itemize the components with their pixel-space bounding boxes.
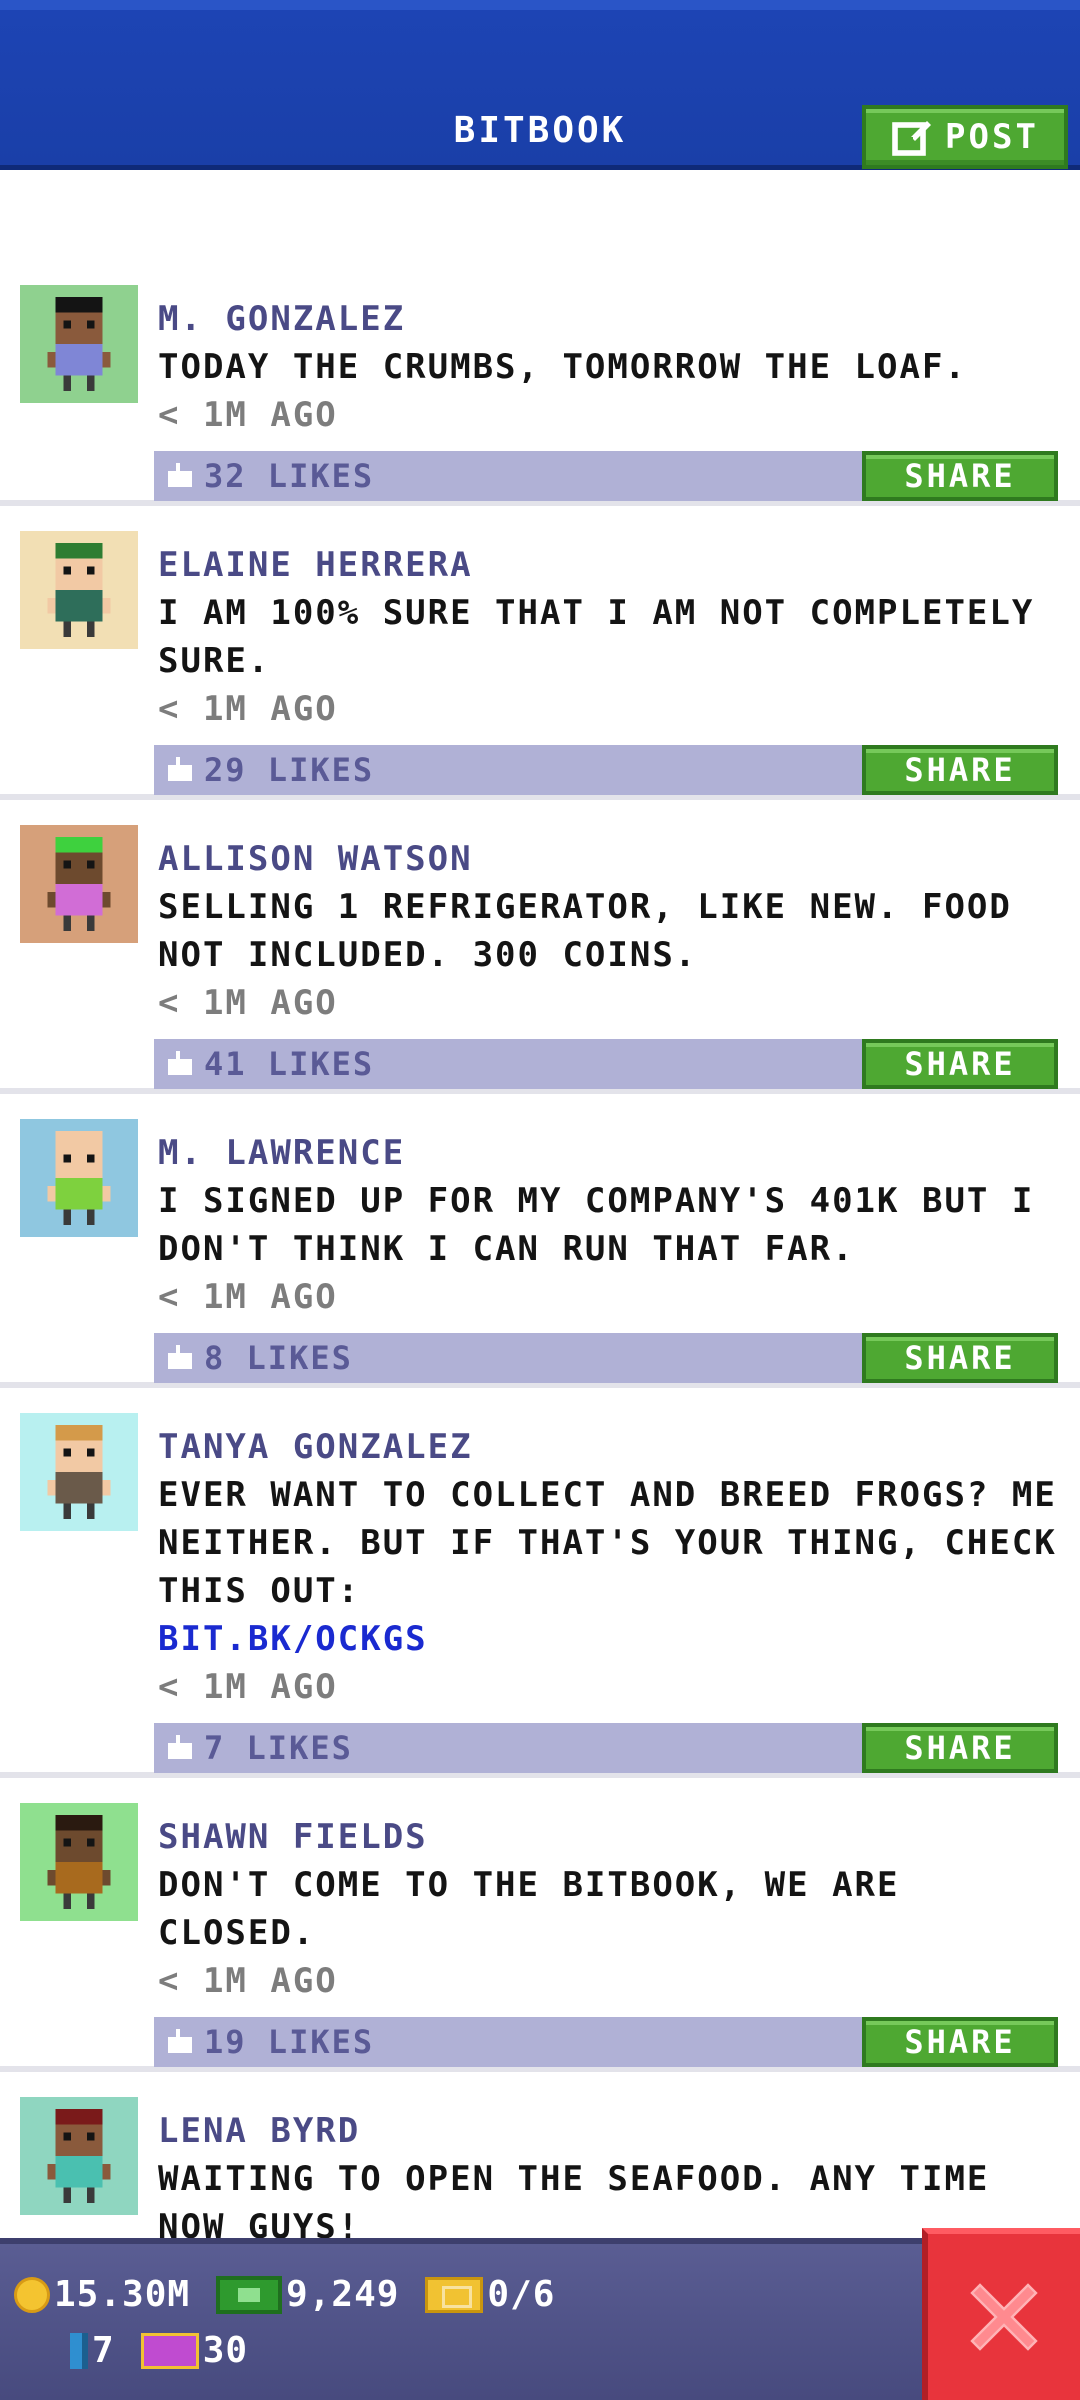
post-author[interactable]: TANYA GONZALEZ xyxy=(158,1423,1060,1471)
like-icon[interactable] xyxy=(168,2029,192,2053)
likes-bar: 8 LIKES SHARE xyxy=(154,1333,1058,1383)
post-content: ELAINE HERRERA I AM 100% SURE THAT I AM … xyxy=(158,541,1060,733)
post-text: I SIGNED UP FOR MY COMPANY'S 401K BUT I … xyxy=(158,1181,1035,1269)
avatar[interactable] xyxy=(20,825,138,943)
header: BITBOOK POST xyxy=(0,0,1080,170)
post-time: < 1M AGO xyxy=(158,1277,338,1317)
post-time: < 1M AGO xyxy=(158,1961,338,2001)
status-row-2: 7 30 xyxy=(70,2330,268,2371)
share-button[interactable]: SHARE xyxy=(862,1723,1058,1773)
likes-bar: 29 LIKES SHARE xyxy=(154,745,1058,795)
post-content: M. GONZALEZ TODAY THE CRUMBS, TOMORROW T… xyxy=(158,295,1060,439)
avatar-character-icon xyxy=(47,836,111,932)
post-time: < 1M AGO xyxy=(158,395,338,435)
post-link[interactable]: BIT.BK/OCKGS xyxy=(158,1615,1060,1663)
post-content: ALLISON WATSON SELLING 1 REFRIGERATOR, L… xyxy=(158,835,1060,1027)
avatar[interactable] xyxy=(20,531,138,649)
close-icon xyxy=(970,2283,1038,2351)
cash-icon xyxy=(216,2275,283,2314)
close-button[interactable] xyxy=(922,2228,1080,2400)
post-text: I AM 100% SURE THAT I AM NOT COMPLETELY … xyxy=(158,593,1035,681)
post-author[interactable]: SHAWN FIELDS xyxy=(158,1813,1060,1861)
likes-count: 29 LIKES xyxy=(204,751,375,789)
gifts-value: 30 xyxy=(202,2330,249,2371)
likes-count: 41 LIKES xyxy=(204,1045,375,1083)
feed-post: M. GONZALEZ TODAY THE CRUMBS, TOMORROW T… xyxy=(0,260,1080,506)
post-text: TODAY THE CRUMBS, TOMORROW THE LOAF. xyxy=(158,347,967,387)
share-button[interactable]: SHARE xyxy=(862,451,1058,501)
status-row-1: 15.30M 9,249 0/6 xyxy=(14,2274,575,2315)
post-author[interactable]: ELAINE HERRERA xyxy=(158,541,1060,589)
share-button[interactable]: SHARE xyxy=(862,1333,1058,1383)
post-content: SHAWN FIELDS DON'T COME TO THE BITBOOK, … xyxy=(158,1813,1060,2005)
bux-value: 7 xyxy=(92,2330,115,2371)
likes-count: 7 LIKES xyxy=(204,1729,353,1767)
post-author[interactable]: ALLISON WATSON xyxy=(158,835,1060,883)
cash-stat: 9,249 xyxy=(216,2274,399,2315)
gifts-stat: 30 xyxy=(140,2330,249,2371)
coin-icon xyxy=(14,2276,50,2313)
likes-bar: 32 LIKES SHARE xyxy=(154,451,1058,501)
feed-post: SHAWN FIELDS DON'T COME TO THE BITBOOK, … xyxy=(0,1778,1080,2072)
tickets-value: 0/6 xyxy=(487,2274,556,2315)
avatar[interactable] xyxy=(20,2097,138,2215)
post-author[interactable]: M. LAWRENCE xyxy=(158,1129,1060,1177)
tickets-stat: 0/6 xyxy=(425,2274,555,2315)
like-icon[interactable] xyxy=(168,1345,192,1369)
avatar[interactable] xyxy=(20,1413,138,1531)
avatar[interactable] xyxy=(20,285,138,403)
post-text: SELLING 1 REFRIGERATOR, LIKE NEW. FOOD N… xyxy=(158,887,1012,975)
bux-stat: 7 xyxy=(70,2330,115,2371)
feed-post: M. LAWRENCE I SIGNED UP FOR MY COMPANY'S… xyxy=(0,1094,1080,1388)
like-icon[interactable] xyxy=(168,463,192,487)
post-time: < 1M AGO xyxy=(158,1667,338,1707)
post-content: M. LAWRENCE I SIGNED UP FOR MY COMPANY'S… xyxy=(158,1129,1060,1321)
feed-post: TANYA GONZALEZ EVER WANT TO COLLECT AND … xyxy=(0,1388,1080,1778)
post-time: < 1M AGO xyxy=(158,689,338,729)
avatar-character-icon xyxy=(47,1130,111,1226)
avatar-character-icon xyxy=(47,296,111,392)
avatar-character-icon xyxy=(47,2108,111,2204)
avatar-character-icon xyxy=(47,1424,111,1520)
feed[interactable]: M. GONZALEZ TODAY THE CRUMBS, TOMORROW T… xyxy=(0,175,1080,2238)
feed-post: ELAINE HERRERA I AM 100% SURE THAT I AM … xyxy=(0,506,1080,800)
share-button[interactable]: SHARE xyxy=(862,745,1058,795)
bux-icon xyxy=(70,2332,88,2369)
like-icon[interactable] xyxy=(168,1735,192,1759)
post-text: WAITING TO OPEN THE SEAFOOD. ANY TIME NO… xyxy=(158,2159,990,2238)
post-text: EVER WANT TO COLLECT AND BREED FROGS? ME… xyxy=(158,1475,1057,1611)
feed-post: LENA BYRD WAITING TO OPEN THE SEAFOOD. A… xyxy=(0,2072,1080,2238)
likes-count: 19 LIKES xyxy=(204,2023,375,2061)
gift-icon xyxy=(140,2332,199,2369)
ticket-icon xyxy=(425,2276,484,2313)
post-author[interactable]: M. GONZALEZ xyxy=(158,295,1060,343)
likes-count: 8 LIKES xyxy=(204,1339,353,1377)
like-icon[interactable] xyxy=(168,1051,192,1075)
feed-post: ALLISON WATSON SELLING 1 REFRIGERATOR, L… xyxy=(0,800,1080,1094)
coins-stat: 15.30M xyxy=(14,2274,190,2315)
likes-bar: 7 LIKES SHARE xyxy=(154,1723,1058,1773)
avatar[interactable] xyxy=(20,1803,138,1921)
coins-value: 15.30M xyxy=(54,2274,191,2315)
edit-icon xyxy=(892,121,932,156)
avatar-character-icon xyxy=(47,1814,111,1910)
post-text: DON'T COME TO THE BITBOOK, WE ARE CLOSED… xyxy=(158,1865,900,1953)
cash-value: 9,249 xyxy=(286,2274,400,2315)
post-button-label: POST xyxy=(945,117,1039,157)
share-button[interactable]: SHARE xyxy=(862,2017,1058,2067)
status-bar: 15.30M 9,249 0/6 7 30 xyxy=(0,2238,1080,2400)
likes-bar: 19 LIKES SHARE xyxy=(154,2017,1058,2067)
post-content: TANYA GONZALEZ EVER WANT TO COLLECT AND … xyxy=(158,1423,1060,1711)
post-author[interactable]: LENA BYRD xyxy=(158,2107,1060,2155)
post-content: LENA BYRD WAITING TO OPEN THE SEAFOOD. A… xyxy=(158,2107,1060,2238)
post-time: < 1M AGO xyxy=(158,983,338,1023)
app: BITBOOK POST M. GONZALEZ TODAY THE CRUMB… xyxy=(0,0,1080,2400)
like-icon[interactable] xyxy=(168,757,192,781)
likes-bar: 41 LIKES SHARE xyxy=(154,1039,1058,1089)
likes-count: 32 LIKES xyxy=(204,457,375,495)
avatar[interactable] xyxy=(20,1119,138,1237)
avatar-character-icon xyxy=(47,542,111,638)
post-button[interactable]: POST xyxy=(862,105,1068,169)
share-button[interactable]: SHARE xyxy=(862,1039,1058,1089)
